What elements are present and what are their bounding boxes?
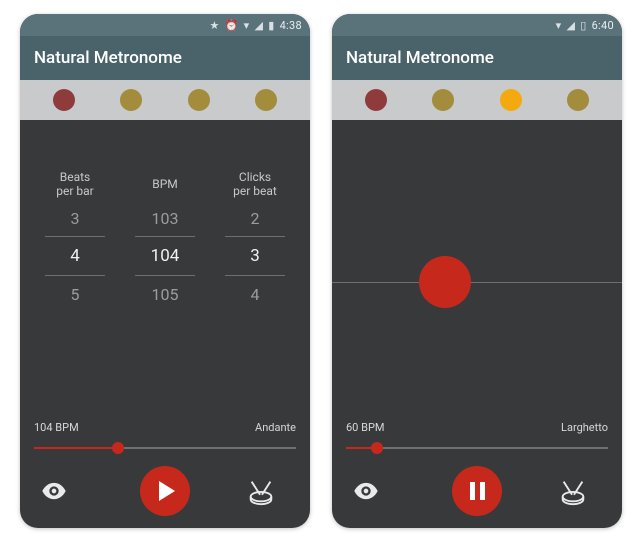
control-row (346, 466, 608, 516)
wifi-icon: ▾ (244, 19, 250, 32)
picker-label: Beatsper bar (56, 168, 93, 200)
picker-prev[interactable]: 103 (152, 200, 179, 236)
bpm-picker[interactable]: BPM 103 104 105 (123, 168, 207, 415)
picker-selected[interactable]: 104 (135, 236, 195, 276)
picker-selected[interactable]: 3 (225, 236, 285, 276)
tempo-bpm-label: 60 BPM (346, 421, 385, 434)
sound-button[interactable] (246, 476, 290, 506)
pendulum-track (332, 282, 622, 283)
app-title: Natural Metronome (34, 48, 182, 68)
picker-label: Clicksper beat (233, 168, 277, 200)
control-row (34, 466, 296, 516)
tempo-bpm-label: 104 BPM (34, 421, 79, 434)
battery-icon: ▯ (580, 19, 586, 32)
wifi-icon: ▾ (556, 19, 562, 32)
beat-indicator-strip (332, 80, 622, 120)
status-time: 4:38 (280, 19, 302, 32)
picker-prev[interactable]: 3 (71, 200, 80, 236)
pause-icon (470, 482, 485, 500)
tempo-name-label: Andante (255, 421, 296, 434)
phone-screenshot-1: ★ ⏰ ▾ ◢ ▮ 4:38 Natural Metronome Beatspe… (20, 14, 310, 528)
picker-next[interactable]: 5 (71, 276, 80, 312)
app-title: Natural Metronome (346, 48, 494, 68)
eye-icon (40, 477, 68, 505)
drum-icon (246, 476, 276, 506)
app-bar: Natural Metronome (332, 36, 622, 80)
signal-icon: ◢ (566, 19, 575, 32)
beats-per-bar-picker[interactable]: Beatsper bar 3 4 5 (33, 168, 117, 415)
slider-track (346, 447, 608, 449)
status-time: 6:40 (592, 19, 614, 32)
beat-dot-3[interactable] (188, 89, 210, 111)
picker-selected[interactable]: 4 (45, 236, 105, 276)
visibility-button[interactable] (352, 477, 396, 505)
status-bar: ▾ ◢ ▯ 6:40 (332, 14, 622, 36)
beat-indicator-strip (20, 80, 310, 120)
footer: 60 BPM Larghetto (332, 415, 622, 528)
picker-next[interactable]: 105 (152, 276, 179, 312)
slider-thumb[interactable] (112, 442, 124, 454)
beat-dot-2[interactable] (432, 89, 454, 111)
picker-prev[interactable]: 2 (251, 200, 260, 236)
drum-icon (558, 476, 588, 506)
beat-dot-1[interactable] (365, 89, 387, 111)
pause-button[interactable] (452, 466, 502, 516)
app-bar: Natural Metronome (20, 36, 310, 80)
play-icon (159, 481, 175, 501)
number-pickers: Beatsper bar 3 4 5 BPM 103 104 105 Click… (20, 120, 310, 415)
phone-screenshot-2: ▾ ◢ ▯ 6:40 Natural Metronome 60 BPM Larg… (332, 14, 622, 528)
tempo-name-label: Larghetto (561, 421, 608, 434)
status-bar: ★ ⏰ ▾ ◢ ▮ 4:38 (20, 14, 310, 36)
star-icon: ★ (209, 19, 219, 32)
sound-button[interactable] (558, 476, 602, 506)
signal-icon: ◢ (254, 19, 263, 32)
eye-icon (352, 477, 380, 505)
beat-dot-3[interactable] (500, 89, 522, 111)
battery-icon: ▮ (268, 19, 274, 32)
picker-next[interactable]: 4 (251, 276, 260, 312)
pendulum-bob (419, 256, 471, 308)
pendulum-area[interactable] (332, 120, 622, 415)
alarm-icon: ⏰ (225, 19, 239, 32)
main-area: 60 BPM Larghetto (332, 120, 622, 528)
main-area: Beatsper bar 3 4 5 BPM 103 104 105 Click… (20, 120, 310, 528)
footer: 104 BPM Andante (20, 415, 310, 528)
visibility-button[interactable] (40, 477, 84, 505)
beat-dot-2[interactable] (120, 89, 142, 111)
picker-label: BPM (152, 168, 178, 200)
slider-fill (34, 447, 118, 449)
beat-dot-1[interactable] (53, 89, 75, 111)
beat-dot-4[interactable] (567, 89, 589, 111)
beat-dot-4[interactable] (255, 89, 277, 111)
play-button[interactable] (140, 466, 190, 516)
clicks-per-beat-picker[interactable]: Clicksper beat 2 3 4 (213, 168, 297, 415)
tempo-slider[interactable] (34, 440, 296, 456)
tempo-slider[interactable] (346, 440, 608, 456)
slider-thumb[interactable] (371, 442, 383, 454)
